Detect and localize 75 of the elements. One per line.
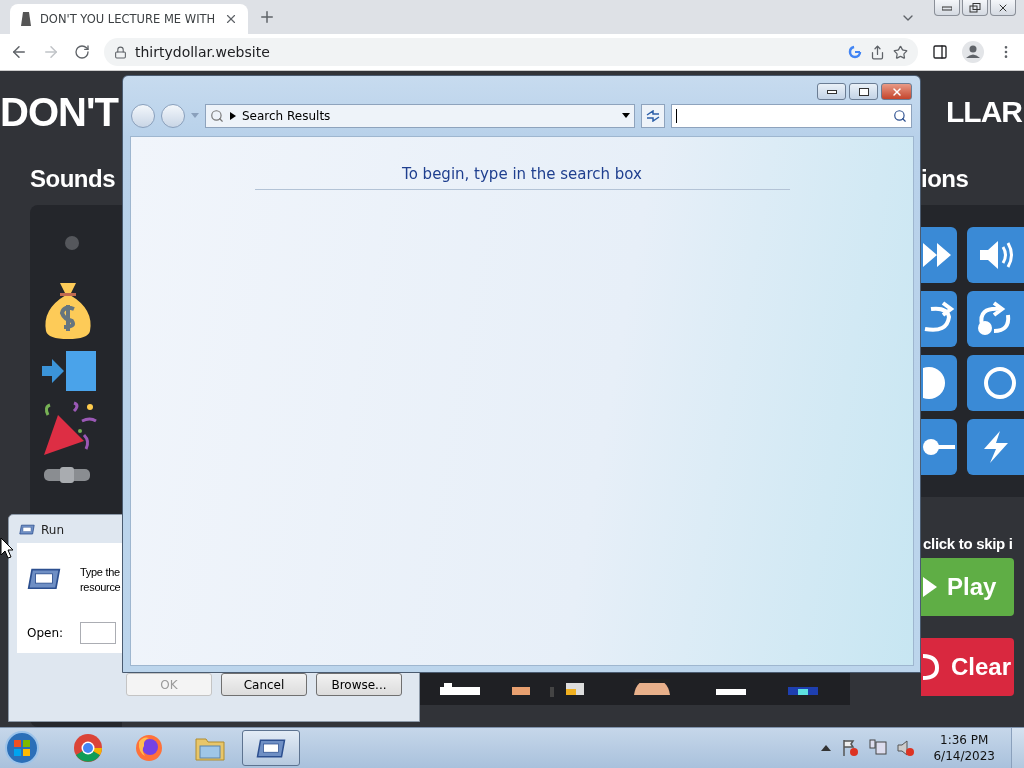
- volume-muted-icon[interactable]: [897, 739, 916, 757]
- action-tile[interactable]: [921, 355, 957, 411]
- clear-icon: [923, 652, 941, 682]
- network-icon[interactable]: [869, 739, 888, 757]
- action-tile[interactable]: [921, 227, 957, 283]
- page-title: DON'T: [0, 89, 118, 135]
- action-tile[interactable]: [921, 419, 957, 475]
- restore-button[interactable]: [962, 0, 988, 16]
- text-caret: [676, 109, 677, 123]
- forward-button[interactable]: [161, 104, 185, 128]
- action-tile[interactable]: [921, 291, 957, 347]
- mouse-cursor-icon: [0, 537, 14, 559]
- tab-title: DON'T YOU LECTURE ME WITH: [40, 12, 216, 26]
- minimize-icon: [942, 4, 952, 11]
- new-tab-icon[interactable]: [258, 8, 276, 26]
- chrome-icon: [73, 733, 103, 763]
- clear-button[interactable]: Clear: [921, 638, 1014, 696]
- maximize-icon: [858, 87, 869, 96]
- action-tile[interactable]: [967, 355, 1024, 411]
- clock[interactable]: 1:36 PM 6/14/2023: [933, 732, 995, 764]
- search-icon: [210, 109, 224, 123]
- skip-hint: click to skip i: [922, 535, 1014, 552]
- dialog-button[interactable]: Cancel: [221, 673, 307, 696]
- time-text: 1:36 PM: [940, 732, 989, 748]
- action-tile[interactable]: [967, 227, 1024, 283]
- run-icon: [256, 737, 286, 759]
- address-bar[interactable]: thirtydollar.website: [104, 38, 918, 66]
- action-tile[interactable]: [967, 291, 1024, 347]
- run-icon: [27, 567, 61, 591]
- dropdown-arrow-icon[interactable]: [622, 113, 630, 119]
- url-text: thirtydollar.website: [135, 44, 271, 60]
- address-text: Search Results: [242, 109, 332, 123]
- back-icon[interactable]: [10, 43, 28, 61]
- close-tab-icon[interactable]: [224, 12, 238, 26]
- flag-error-icon[interactable]: [841, 739, 860, 757]
- restore-icon: [969, 2, 981, 13]
- search-field[interactable]: [671, 104, 912, 128]
- search-icon: [893, 109, 907, 123]
- sounds-heading: Sounds: [29, 165, 116, 193]
- refresh-button[interactable]: [641, 104, 665, 128]
- dialog-title: Run: [41, 523, 64, 537]
- minimize-icon: [826, 89, 837, 94]
- back-button[interactable]: [131, 104, 155, 128]
- open-field[interactable]: [80, 622, 116, 644]
- open-label: Open:: [27, 626, 65, 640]
- taskbar-item[interactable]: [242, 730, 300, 766]
- breadcrumb-arrow-icon[interactable]: [230, 112, 236, 120]
- dialog-description: Type the resource: [80, 565, 121, 595]
- favicon-icon: [20, 11, 32, 27]
- close-icon: [890, 85, 903, 98]
- firefox-icon: [135, 734, 163, 762]
- reload-icon[interactable]: [74, 44, 90, 60]
- share-icon[interactable]: [870, 44, 885, 60]
- actions-heading: ions: [920, 165, 970, 193]
- browser-tab[interactable]: DON'T YOU LECTURE ME WITH: [10, 4, 248, 34]
- refresh-icon: [646, 110, 660, 122]
- minimize-button[interactable]: [817, 83, 846, 100]
- action-tile[interactable]: [967, 419, 1024, 475]
- show-hidden-icons-icon[interactable]: [821, 745, 832, 751]
- bookmark-star-icon[interactable]: [893, 44, 908, 60]
- google-icon[interactable]: [848, 45, 862, 59]
- address-bar[interactable]: Search Results: [205, 104, 635, 128]
- close-button[interactable]: [881, 83, 912, 100]
- profile-icon[interactable]: [962, 41, 984, 63]
- date-text: 6/14/2023: [933, 748, 995, 764]
- empty-results-message: To begin, type in the search box: [254, 165, 790, 190]
- maximize-button[interactable]: [849, 83, 878, 100]
- page-title: LLAR: [946, 94, 1022, 130]
- run-icon: [19, 524, 35, 536]
- side-panel-icon[interactable]: [932, 44, 948, 60]
- dialog-button[interactable]: Browse...: [316, 673, 402, 696]
- play-icon: [923, 577, 937, 597]
- lock-icon: [114, 45, 127, 59]
- close-button[interactable]: [990, 0, 1016, 16]
- dot-icon[interactable]: [64, 235, 80, 251]
